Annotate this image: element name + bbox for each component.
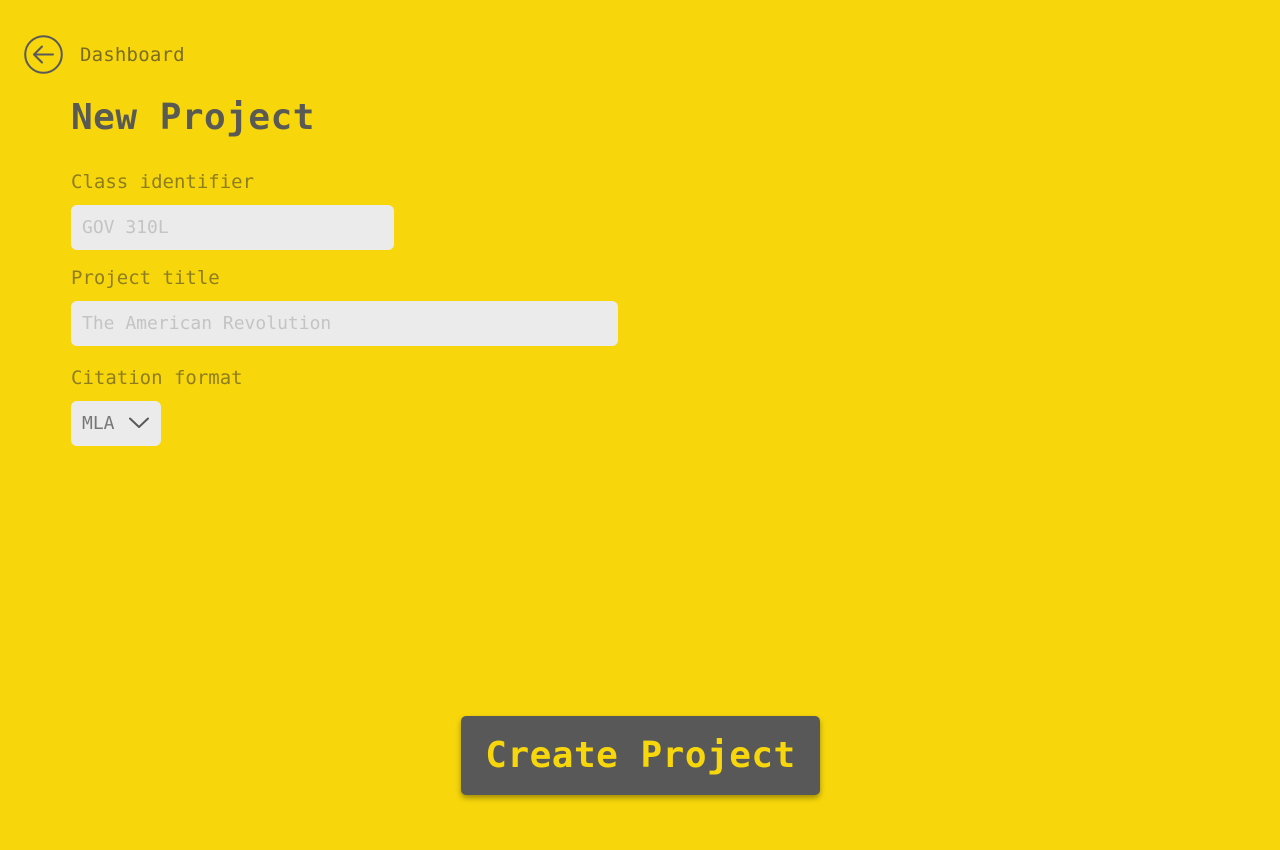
- project-title-label: Project title: [71, 267, 220, 289]
- class-identifier-label: Class identifier: [71, 171, 255, 193]
- project-title-input[interactable]: [71, 301, 618, 346]
- page-title: New Project: [71, 97, 315, 138]
- chevron-down-icon: [129, 417, 149, 429]
- back-to-dashboard-link[interactable]: Dashboard: [24, 35, 185, 74]
- arrow-left-circle-icon[interactable]: [24, 35, 63, 74]
- citation-format-value: MLA: [82, 413, 115, 434]
- back-link-label[interactable]: Dashboard: [80, 44, 185, 66]
- create-project-button[interactable]: Create Project: [461, 716, 820, 795]
- citation-format-label: Citation format: [71, 367, 243, 389]
- citation-format-select[interactable]: MLA: [71, 401, 161, 446]
- class-identifier-input[interactable]: [71, 205, 394, 250]
